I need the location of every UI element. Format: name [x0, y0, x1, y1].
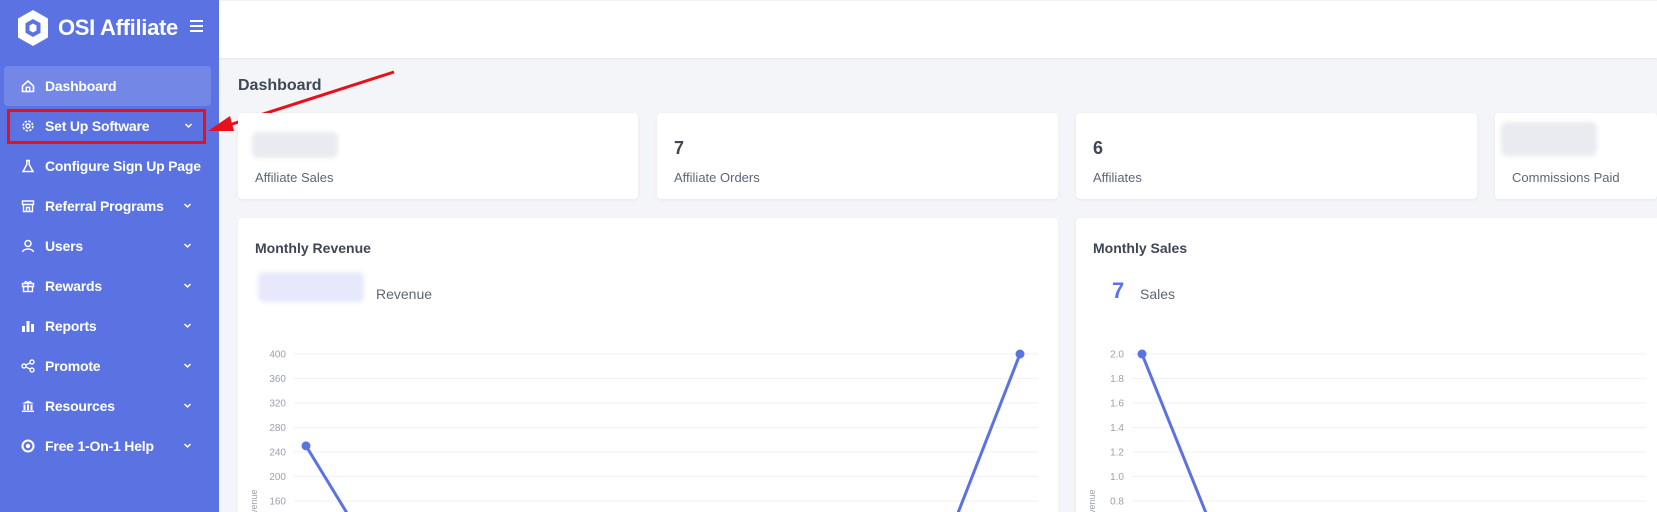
- series-line-segment: [304, 445, 349, 512]
- hexagon-logo-icon: [18, 10, 48, 46]
- y-tick-label: 0.8: [1110, 497, 1124, 508]
- sidebar-item-label: Resources: [45, 398, 115, 414]
- flask-icon: [21, 159, 35, 173]
- brand[interactable]: OSI Affiliate: [16, 9, 203, 47]
- hamburger-menu-icon[interactable]: [188, 17, 206, 35]
- sidebar-item-promote[interactable]: Promote: [0, 346, 219, 386]
- y-tick-label: 360: [269, 374, 286, 385]
- stat-card-affiliates: 6 Affiliates: [1076, 113, 1477, 199]
- stat-card-affiliate-sales: Affiliate Sales: [238, 113, 638, 199]
- sidebar-item-resources[interactable]: Resources: [0, 386, 219, 426]
- y-tick-label: 280: [269, 423, 286, 434]
- sidebar-item-label: Dashboard: [45, 78, 117, 94]
- series-line-segment: [956, 353, 1022, 512]
- sidebar-item-label: Reports: [45, 318, 97, 334]
- home-icon: [21, 79, 35, 93]
- sidebar-item-label: Rewards: [45, 278, 102, 294]
- user-icon: [21, 239, 35, 253]
- sales-line-chart: 2.0 1.8 1.6 1.4 1.2 1.0 0.8 Revenue: [1087, 349, 1646, 512]
- stat-label: Affiliate Sales: [255, 170, 334, 185]
- sidebar-item-label: Users: [45, 238, 83, 254]
- sidebar-item-reports[interactable]: Reports: [0, 306, 219, 346]
- sidebar-item-free-1-on-1-help[interactable]: Free 1-On-1 Help: [0, 426, 219, 466]
- chevron-down-icon: [183, 403, 192, 409]
- chart-card-monthly-revenue: Monthly Revenue Revenue 400 360 320 280 240 2…: [238, 218, 1058, 512]
- lifebuoy-icon: [21, 439, 35, 453]
- chevron-down-icon: [183, 363, 192, 369]
- chevron-down-icon: [183, 243, 192, 249]
- y-tick-label: 400: [269, 350, 286, 361]
- sidebar-item-label: Referral Programs: [45, 198, 164, 214]
- y-tick-label: 160: [269, 497, 286, 508]
- chevron-down-icon: [183, 203, 192, 209]
- sidebar-item-label: Configure Sign Up Page: [45, 158, 201, 174]
- stat-label: Affiliate Orders: [674, 170, 760, 185]
- data-point: [1137, 349, 1147, 359]
- chart-card-monthly-sales: Monthly Sales 7 Sales 2.0 1.8 1.6 1.4 1.2 1.0…: [1076, 218, 1657, 512]
- sidebar-item-referral-programs[interactable]: Referral Programs: [0, 186, 219, 226]
- y-tick-label: 1.2: [1110, 448, 1124, 459]
- y-tick-label: 1.4: [1110, 423, 1124, 434]
- stat-label: Commissions Paid: [1512, 170, 1620, 185]
- share-icon: [21, 359, 35, 373]
- bar-chart-icon: [22, 321, 34, 332]
- sidebar-item-configure-sign-up-page[interactable]: Configure Sign Up Page: [0, 146, 219, 186]
- sidebar-item-label: Free 1-On-1 Help: [45, 438, 154, 454]
- y-tick-label: 2.0: [1110, 350, 1124, 361]
- y-tick-label: 240: [269, 448, 286, 459]
- y-axis-title: Revenue: [1087, 489, 1097, 512]
- data-point: [301, 441, 311, 451]
- gift-icon: [21, 280, 35, 293]
- chevron-down-icon: [183, 323, 192, 329]
- sidebar-item-rewards[interactable]: Rewards: [0, 266, 219, 306]
- store-icon: [21, 200, 35, 213]
- y-axis-title: Revenue: [249, 489, 259, 512]
- sidebar-item-dashboard[interactable]: Dashboard: [4, 66, 211, 106]
- stat-label: Affiliates: [1093, 170, 1142, 185]
- stat-card-commissions-paid: Commissions Paid: [1495, 113, 1657, 199]
- stat-value: 6: [1093, 138, 1104, 158]
- y-tick-label: 200: [269, 472, 286, 483]
- sidebar: OSI Affiliate Dashboard Set Up Software …: [0, 0, 219, 512]
- chevron-down-icon: [183, 283, 192, 289]
- y-tick-label: 320: [269, 399, 286, 410]
- chevron-down-icon: [183, 443, 192, 449]
- top-header: [219, 1, 1657, 58]
- data-point: [1015, 349, 1025, 359]
- stat-value: 7: [674, 138, 685, 158]
- blurred-value: [1501, 122, 1597, 156]
- brand-name: OSI Affiliate: [58, 15, 178, 40]
- bank-icon: [22, 400, 34, 412]
- stat-card-affiliate-orders: 7 Affiliate Orders: [657, 113, 1058, 199]
- y-tick-label: 1.8: [1110, 374, 1124, 385]
- revenue-line-chart: 400 360 320 280 240 200 160 Revenue: [249, 349, 1038, 512]
- sidebar-item-label: Promote: [45, 358, 101, 374]
- sidebar-item-users[interactable]: Users: [0, 226, 219, 266]
- blurred-value: [252, 132, 338, 158]
- series-line-segment: [1140, 353, 1208, 512]
- y-tick-label: 1.0: [1110, 472, 1124, 483]
- highlight-box: [7, 109, 206, 144]
- y-tick-label: 1.6: [1110, 399, 1124, 410]
